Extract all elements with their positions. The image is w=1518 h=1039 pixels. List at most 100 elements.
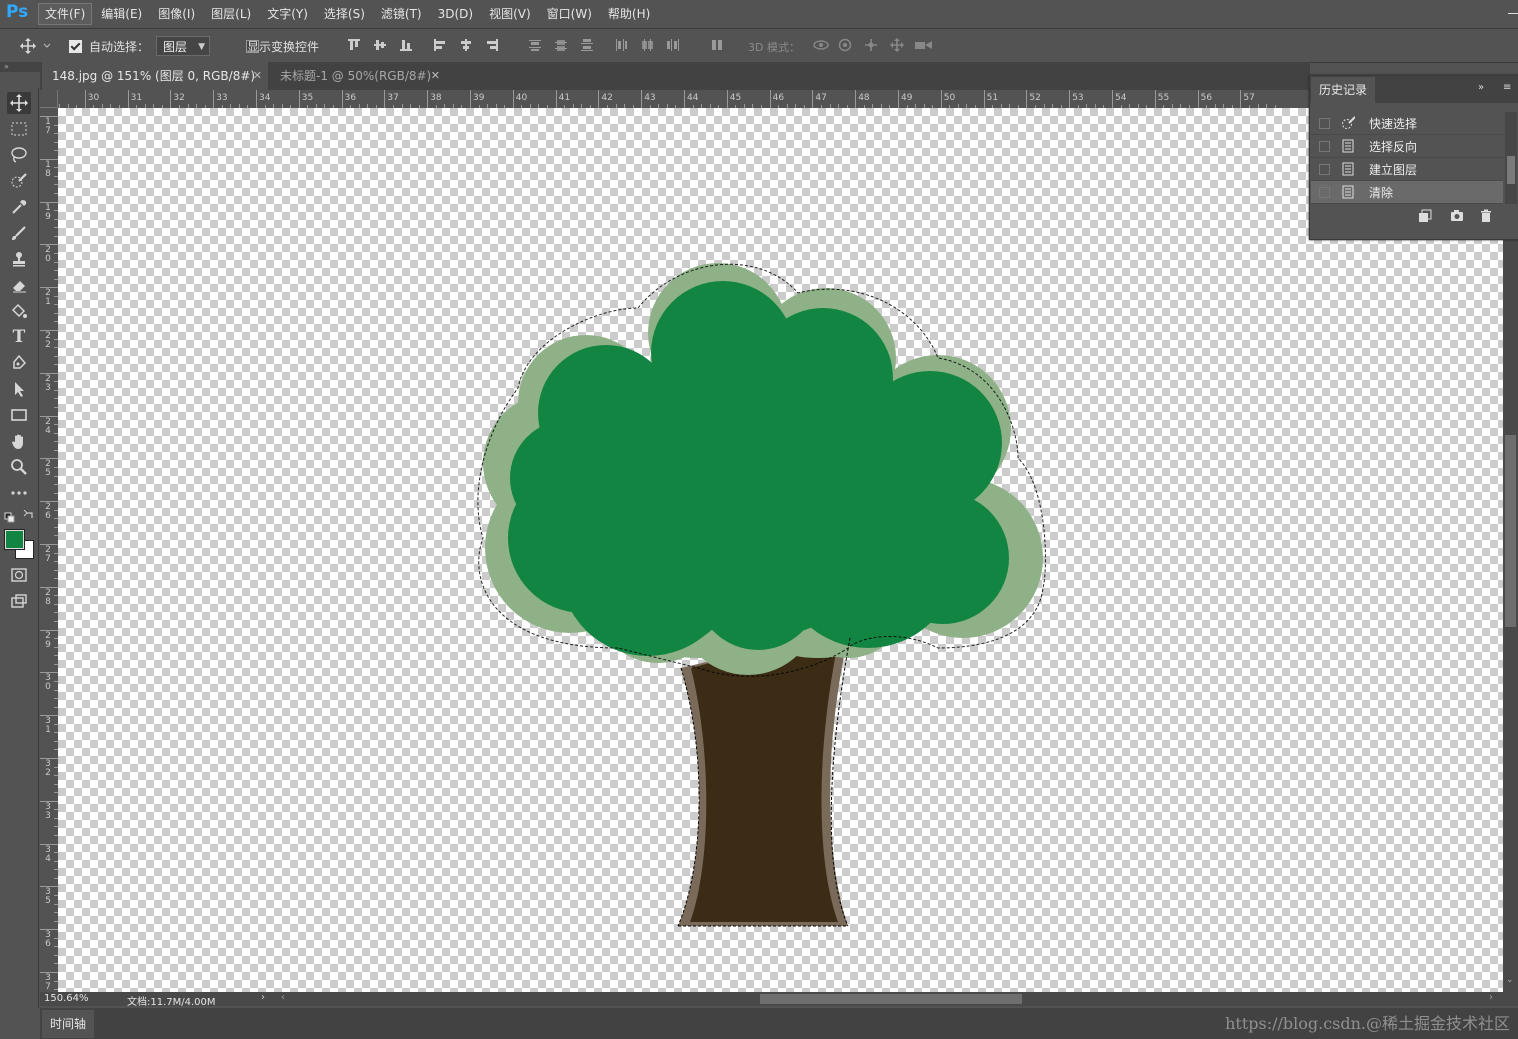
eyedropper-tool[interactable] bbox=[7, 196, 31, 218]
camera-snapshot-icon[interactable] bbox=[1450, 209, 1464, 223]
ruler-tick bbox=[40, 972, 58, 973]
history-snapshot-source-checkbox[interactable] bbox=[1319, 187, 1330, 198]
history-state-icon bbox=[1342, 162, 1354, 176]
pen-tool[interactable] bbox=[7, 352, 31, 374]
menu-3d[interactable]: 3D(D) bbox=[431, 3, 480, 25]
brush-tool[interactable] bbox=[7, 222, 31, 244]
align-left-edges-icon[interactable] bbox=[433, 38, 447, 52]
menu-help[interactable]: 帮助(H) bbox=[601, 3, 657, 25]
move-tool-preset-icon[interactable] bbox=[20, 38, 50, 54]
paint-bucket-tool[interactable] bbox=[7, 300, 31, 322]
history-snapshot-source-checkbox[interactable] bbox=[1319, 118, 1330, 129]
horizontal-scrollbar-thumb[interactable] bbox=[760, 994, 1022, 1004]
close-icon[interactable]: ✕ bbox=[253, 62, 262, 90]
more-tools-button[interactable] bbox=[7, 482, 31, 504]
tab-untitled-1[interactable]: 未标题-1 @ 50%(RGB/8#) ✕ bbox=[270, 62, 446, 90]
history-state-quick-select[interactable]: 快速选择 bbox=[1311, 112, 1503, 135]
history-scrollbar-thumb[interactable] bbox=[1507, 156, 1515, 184]
marquee-tool[interactable] bbox=[7, 118, 31, 140]
default-colors-and-swap-icons[interactable] bbox=[4, 510, 36, 524]
hand-tool[interactable] bbox=[7, 430, 31, 452]
history-state-new-layer[interactable]: 建立图层 bbox=[1311, 158, 1503, 181]
ruler-tick bbox=[40, 843, 58, 845]
history-snapshot-source-checkbox[interactable] bbox=[1319, 164, 1330, 175]
3d-drag-icon[interactable] bbox=[864, 38, 878, 52]
menu-window[interactable]: 窗口(W) bbox=[540, 3, 599, 25]
3d-scale-icon[interactable] bbox=[914, 38, 934, 52]
distribute-vertical-centers-icon[interactable] bbox=[554, 38, 568, 52]
history-state-label: 清除 bbox=[1369, 186, 1394, 200]
scroll-left-icon[interactable]: ‹ bbox=[281, 992, 285, 1003]
ruler-origin-corner[interactable] bbox=[40, 90, 58, 108]
menu-view[interactable]: 视图(V) bbox=[482, 3, 538, 25]
distribute-right-icon[interactable] bbox=[666, 38, 680, 52]
move-tool[interactable] bbox=[7, 92, 31, 114]
ruler-tick bbox=[40, 544, 58, 545]
align-top-edges-icon[interactable] bbox=[347, 38, 361, 52]
collapse-toolbox-icon[interactable]: » bbox=[4, 62, 9, 71]
distribute-bottom-icon[interactable] bbox=[580, 38, 594, 52]
ruler-tick bbox=[127, 90, 129, 108]
foreground-color-swatch[interactable] bbox=[4, 529, 25, 550]
ruler-label: 20 bbox=[45, 245, 51, 265]
path-selection-tool[interactable] bbox=[7, 378, 31, 400]
ruler-label: 32 bbox=[45, 759, 51, 778]
window-minimize-icon[interactable] bbox=[1508, 13, 1518, 14]
close-icon[interactable]: ✕ bbox=[431, 62, 440, 90]
clone-stamp-tool[interactable] bbox=[7, 248, 31, 270]
menu-image[interactable]: 图像(I) bbox=[151, 3, 202, 25]
3d-slide-icon[interactable] bbox=[890, 38, 904, 52]
distribute-top-icon[interactable] bbox=[528, 38, 542, 52]
quick-selection-tool[interactable] bbox=[7, 170, 31, 192]
history-state-clear[interactable]: 清除 bbox=[1311, 181, 1503, 204]
menu-filter[interactable]: 滤镜(T) bbox=[374, 3, 429, 25]
history-snapshot-source-checkbox[interactable] bbox=[1319, 141, 1330, 152]
rectangle-tool[interactable] bbox=[7, 404, 31, 426]
menu-edit[interactable]: 编辑(E) bbox=[94, 3, 149, 25]
menu-layer[interactable]: 图层(L) bbox=[204, 3, 258, 25]
auto-select-target-select[interactable]: 图层 ▼ bbox=[156, 36, 210, 56]
ruler-label: 31 bbox=[45, 716, 51, 736]
scroll-down-icon[interactable]: ⌄ bbox=[1506, 975, 1514, 985]
eraser-icon bbox=[13, 281, 26, 293]
align-vertical-centers-icon[interactable] bbox=[373, 38, 387, 52]
align-right-edges-icon[interactable] bbox=[485, 38, 499, 52]
lasso-tool[interactable] bbox=[7, 144, 31, 166]
zoom-level[interactable]: 150.64% bbox=[44, 993, 89, 1004]
tab-timeline[interactable]: 时间轴 bbox=[42, 1010, 94, 1038]
new-document-from-state-icon[interactable] bbox=[1418, 209, 1432, 223]
trash-icon[interactable] bbox=[1479, 209, 1493, 223]
tab-148-jpg[interactable]: 148.jpg @ 151% (图层 0, RGB/8#) * ✕ bbox=[42, 62, 268, 111]
ruler-label: 37 bbox=[387, 93, 399, 103]
3d-roll-icon[interactable] bbox=[838, 38, 852, 52]
eraser-tool[interactable] bbox=[7, 274, 31, 296]
collapse-panel-icon[interactable]: » bbox=[1478, 82, 1484, 93]
vertical-scrollbar-thumb[interactable] bbox=[1505, 435, 1516, 627]
ruler-tick bbox=[40, 330, 58, 331]
distribute-horizontal-centers-icon[interactable] bbox=[640, 38, 654, 52]
quick-mask-button[interactable] bbox=[7, 564, 31, 586]
align-bottom-edges-icon[interactable] bbox=[399, 38, 413, 52]
status-menu-chevron-icon[interactable]: › bbox=[261, 992, 265, 1003]
menu-select[interactable]: 选择(S) bbox=[317, 3, 372, 25]
ruler-tick bbox=[84, 90, 86, 108]
type-tool[interactable]: T bbox=[7, 326, 31, 348]
path-selection-icon bbox=[15, 382, 24, 397]
zoom-tool[interactable] bbox=[7, 456, 31, 478]
history-state-inverse[interactable]: 选择反向 bbox=[1311, 135, 1503, 158]
ruler-tick bbox=[40, 800, 58, 802]
menu-type[interactable]: 文字(Y) bbox=[260, 3, 315, 25]
ruler-label: 26 bbox=[45, 502, 51, 522]
panel-menu-icon[interactable]: ≡ bbox=[1503, 82, 1511, 93]
3d-orbit-icon[interactable] bbox=[812, 38, 830, 52]
align-horizontal-centers-icon[interactable] bbox=[459, 38, 473, 52]
screen-mode-button[interactable] bbox=[7, 590, 31, 612]
document-size-info[interactable]: 文档:11.7M/4.00M bbox=[127, 993, 216, 1008]
menu-file[interactable]: 文件(F) bbox=[38, 3, 93, 25]
scroll-right-icon[interactable]: › bbox=[1489, 992, 1493, 1003]
document-canvas[interactable] bbox=[58, 108, 1503, 992]
tab-history[interactable]: 历史记录 bbox=[1311, 77, 1375, 103]
distribute-left-icon[interactable] bbox=[614, 38, 628, 52]
auto-select-checkbox[interactable] bbox=[69, 40, 82, 53]
auto-align-layers-icon[interactable] bbox=[710, 38, 724, 52]
